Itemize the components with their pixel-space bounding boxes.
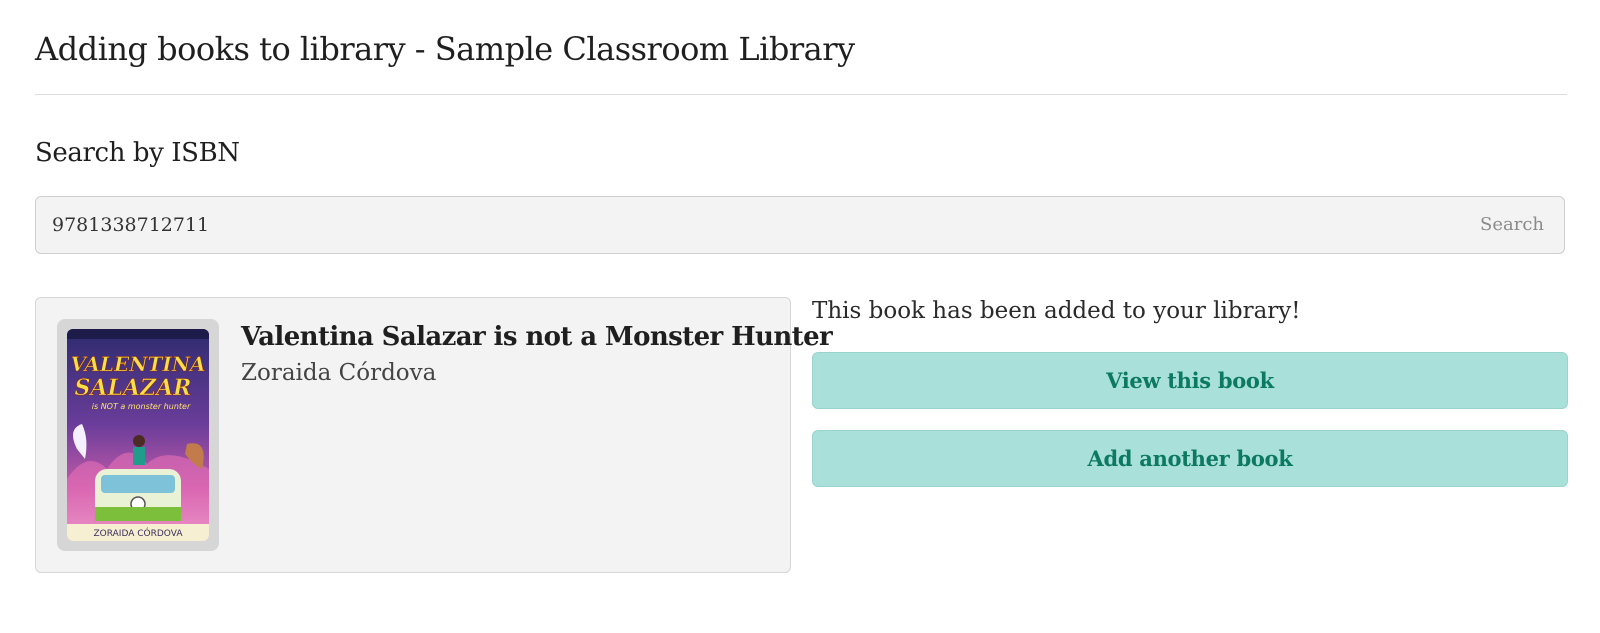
cover-title-line2: SALAZAR <box>75 375 192 401</box>
book-cover-frame: VALENTINA SALAZAR is NOT a monster hunte… <box>57 319 219 551</box>
search-heading: Search by ISBN <box>35 138 240 168</box>
book-cover-image: VALENTINA SALAZAR is NOT a monster hunte… <box>67 329 209 541</box>
cover-title-line1: VALENTINA <box>70 352 205 376</box>
book-card: VALENTINA SALAZAR is NOT a monster hunte… <box>35 297 833 573</box>
isbn-search-box: Search <box>35 196 1565 254</box>
cover-author: ZORAIDA CÓRDOVA <box>94 527 184 539</box>
added-confirmation-message: This book has been added to your library… <box>812 298 1301 324</box>
book-author: Zoraida Córdova <box>241 360 437 386</box>
header-divider <box>35 94 1567 95</box>
add-another-book-button[interactable]: Add another book <box>812 430 1568 487</box>
search-button[interactable]: Search <box>1480 197 1544 253</box>
page: Adding books to library - Sample Classro… <box>0 0 1600 633</box>
book-title: Valentina Salazar is not a Monster Hunte… <box>241 322 833 352</box>
cover-title-line3: is NOT a monster hunter <box>92 402 191 411</box>
page-title: Adding books to library - Sample Classro… <box>35 30 855 68</box>
view-this-book-button[interactable]: View this book <box>812 352 1568 409</box>
isbn-search-input[interactable] <box>36 197 1436 253</box>
